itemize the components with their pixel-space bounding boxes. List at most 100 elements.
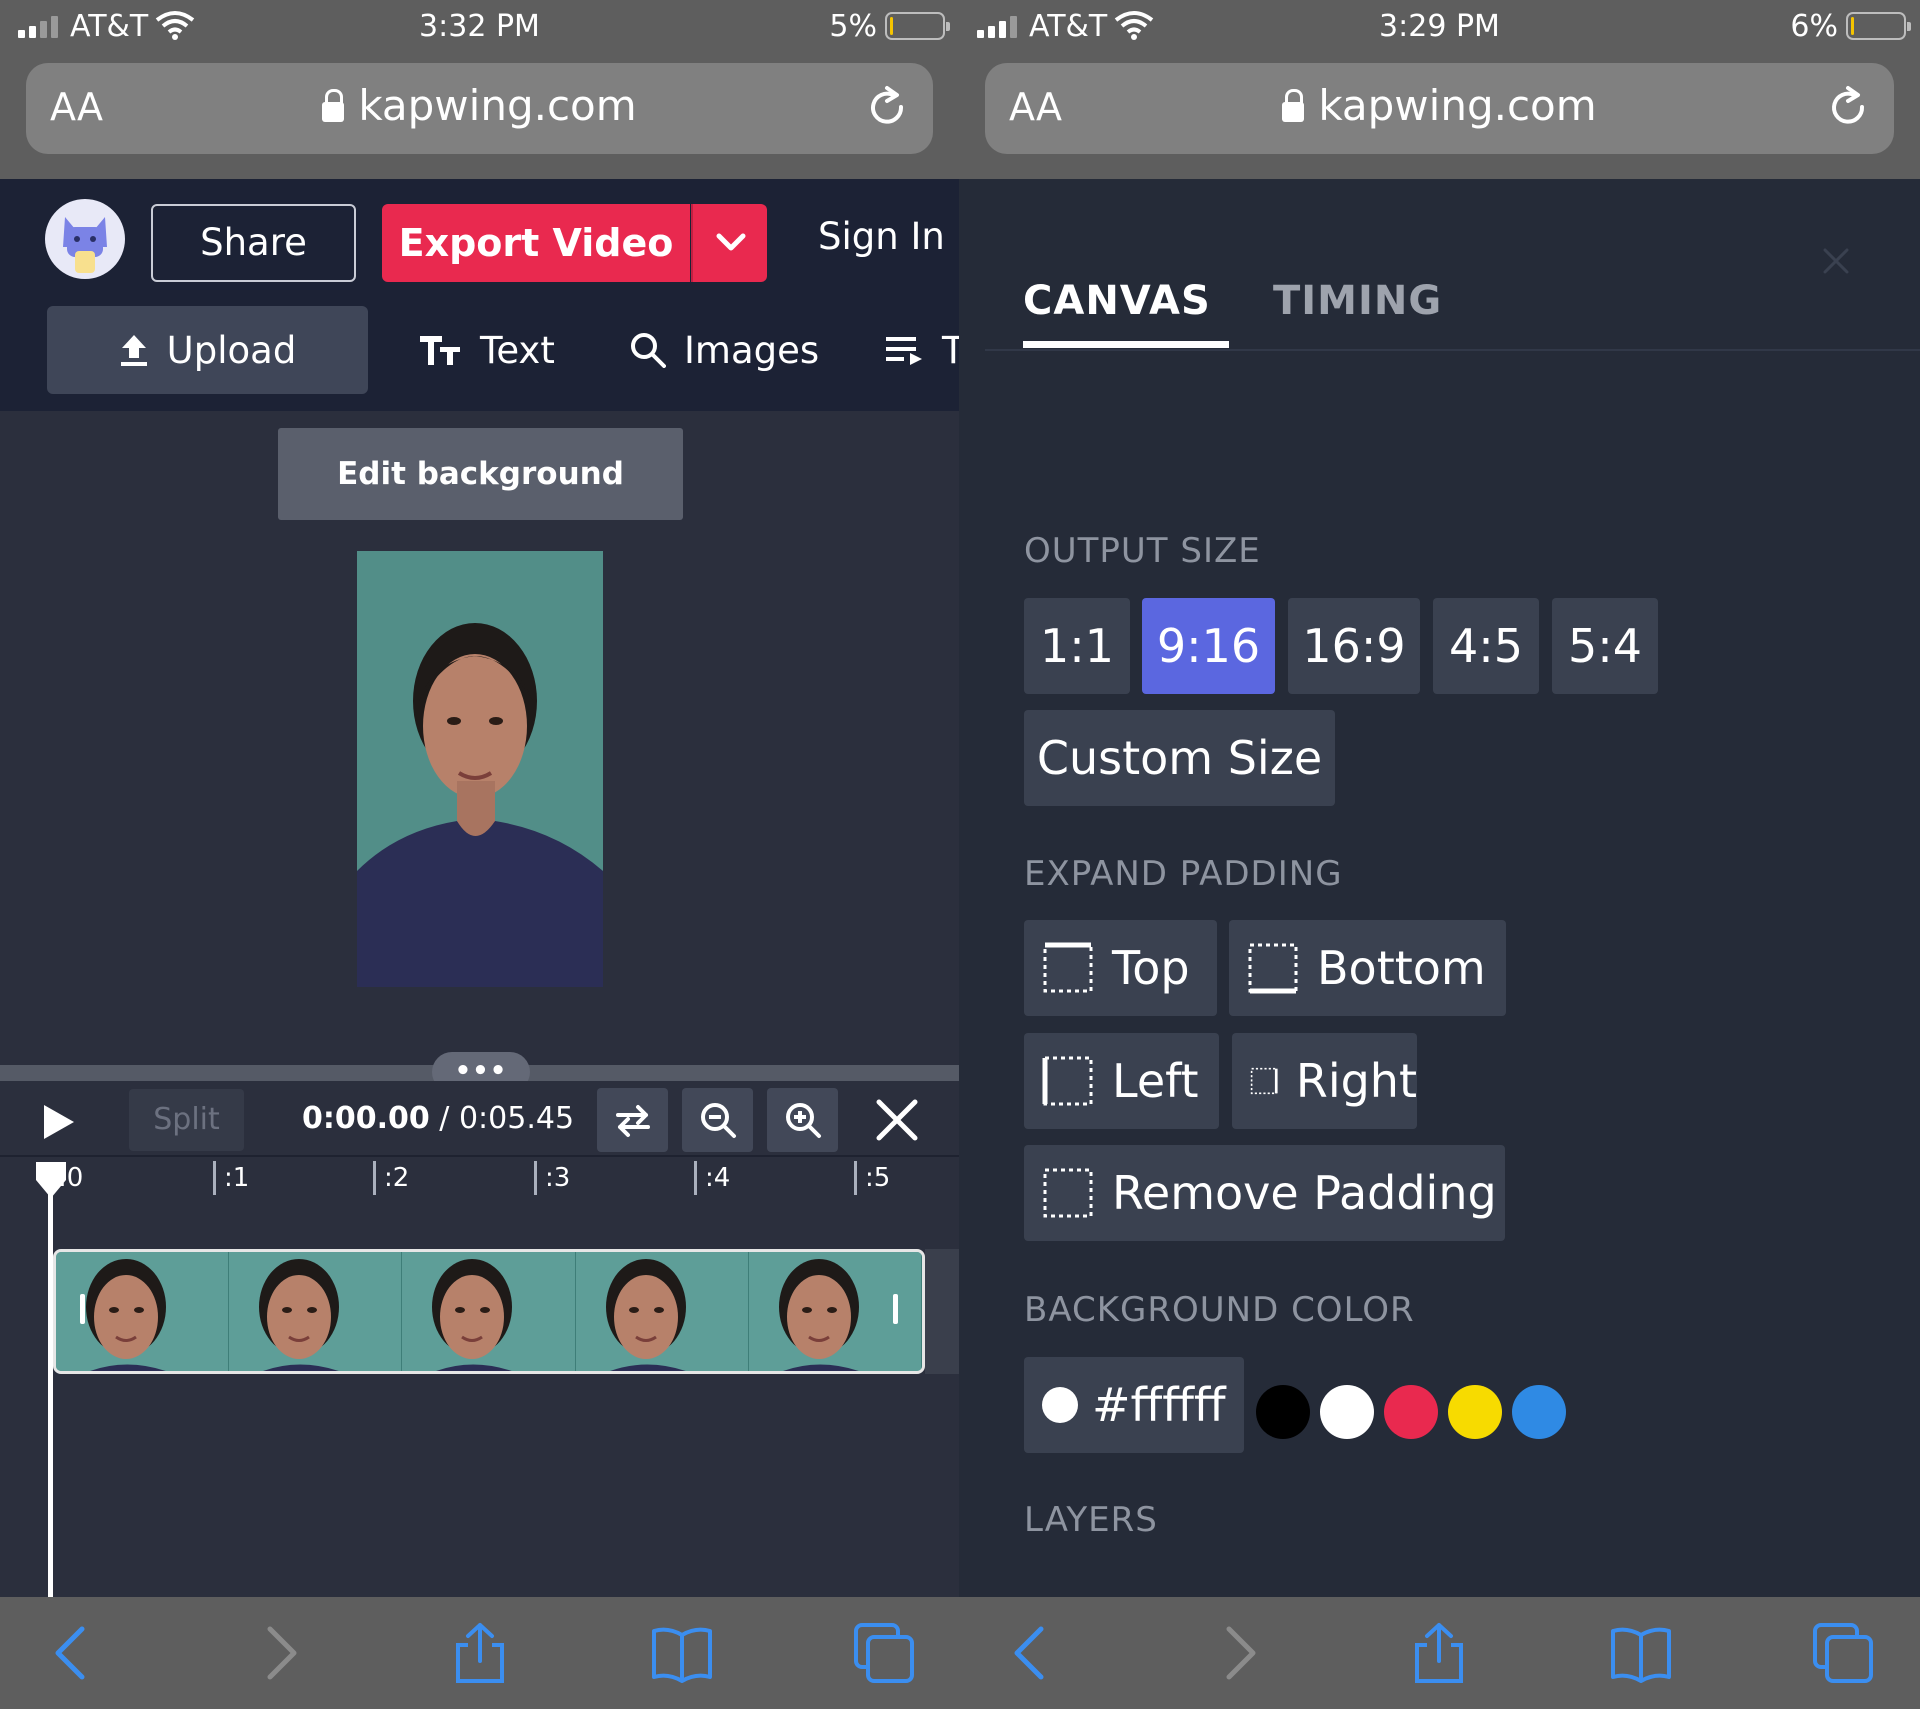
swap-button[interactable] [597, 1088, 668, 1152]
tick-2: :2 [373, 1161, 409, 1195]
zoom-in-button[interactable] [767, 1088, 838, 1152]
playhead-knob-icon[interactable] [34, 1160, 68, 1200]
address-bar[interactable]: AA kapwing.com [985, 63, 1894, 154]
size-option-1-1[interactable]: 1:1 [1024, 598, 1130, 694]
sign-in-link[interactable]: Sign In [818, 215, 945, 258]
swatch-red[interactable] [1384, 1385, 1438, 1439]
pad-right-label: Right [1295, 1054, 1417, 1108]
upload-label: Upload [166, 328, 297, 372]
split-button[interactable]: Split [129, 1089, 244, 1151]
upload-button[interactable]: Upload [47, 306, 368, 394]
edit-background-button[interactable]: Edit background [278, 428, 683, 520]
time-separator: / [429, 1101, 459, 1136]
pad-bottom-button[interactable]: Bottom [1229, 920, 1506, 1016]
share-button[interactable]: Share [151, 204, 356, 282]
back-icon[interactable] [42, 1621, 106, 1685]
swatch-black[interactable] [1256, 1385, 1310, 1439]
timeline-controls: Split 0:00.00 / 0:05.45 [0, 1081, 959, 1157]
pad-top-label: Top [1112, 941, 1190, 995]
clip-frame-thumbnail [229, 1252, 403, 1371]
pad-right-button[interactable]: Right [1232, 1033, 1417, 1129]
tick-3: :3 [534, 1161, 570, 1195]
expand-padding-heading: EXPAND PADDING [1024, 854, 1343, 894]
pad-left-button[interactable]: Left [1024, 1033, 1219, 1129]
play-icon[interactable] [44, 1105, 74, 1139]
zoom-in-icon [786, 1103, 821, 1138]
url-host[interactable]: kapwing.com [26, 81, 933, 130]
status-bar: AT&T 3:29 PM 6% [959, 0, 1920, 55]
tick-4: :4 [694, 1161, 730, 1195]
clip-track-remainder [925, 1249, 959, 1374]
lock-icon [322, 89, 345, 122]
swatch-blue[interactable] [1512, 1385, 1566, 1439]
tabs-divider [985, 349, 1920, 351]
close-timeline-icon[interactable] [874, 1097, 920, 1143]
bookmarks-icon[interactable] [1609, 1621, 1673, 1685]
remove-padding-icon [1043, 1168, 1093, 1218]
images-tool-button[interactable]: Images [630, 306, 819, 394]
custom-size-button[interactable]: Custom Size [1024, 710, 1335, 806]
more-tools-button[interactable]: T [886, 306, 959, 394]
size-option-5-4[interactable]: 5:4 [1552, 598, 1658, 694]
background-color-heading: BACKGROUND COLOR [1024, 1290, 1415, 1330]
size-option-16-9[interactable]: 16:9 [1288, 598, 1420, 694]
battery-percent: 5% [829, 9, 877, 44]
export-dropdown-button[interactable] [691, 204, 767, 282]
timeline-track-area[interactable]: :0 :1 :2 :3 :4 :5 [0, 1157, 959, 1597]
forward-icon[interactable] [1205, 1621, 1269, 1685]
clip-start-grip[interactable] [80, 1294, 85, 1324]
url-host[interactable]: kapwing.com [985, 81, 1894, 130]
text-tool-button[interactable]: Text [418, 306, 555, 394]
tabs-icon[interactable] [1811, 1621, 1875, 1685]
size-option-9-16[interactable]: 9:16 [1142, 598, 1275, 694]
search-icon [631, 333, 666, 368]
tab-timing[interactable]: TIMING [1273, 278, 1442, 324]
video-clip[interactable] [53, 1249, 925, 1374]
pad-top-button[interactable]: Top [1024, 920, 1217, 1016]
share-icon[interactable] [448, 1621, 512, 1685]
active-tab-indicator [1023, 341, 1229, 348]
text-icon [420, 336, 460, 365]
export-video-button[interactable]: Export Video [382, 204, 690, 282]
zoom-out-button[interactable] [682, 1088, 753, 1152]
background-color-picker[interactable]: #ffffff [1024, 1357, 1244, 1453]
close-panel-icon[interactable] [1819, 244, 1853, 278]
lock-icon [1282, 89, 1305, 122]
reload-icon[interactable] [1826, 85, 1872, 131]
pad-bottom-label: Bottom [1317, 941, 1486, 995]
chevron-down-icon [716, 233, 746, 251]
clock: 3:29 PM [1379, 9, 1500, 44]
clip-frame-thumbnail [402, 1252, 576, 1371]
bookmarks-icon[interactable] [650, 1621, 714, 1685]
pad-bottom-icon [1248, 943, 1298, 994]
user-avatar[interactable] [45, 199, 125, 279]
current-time: 0:00.00 [302, 1101, 430, 1136]
video-preview[interactable] [357, 551, 603, 987]
battery-percent: 6% [1790, 9, 1838, 44]
share-icon[interactable] [1407, 1621, 1471, 1685]
size-option-4-5[interactable]: 4:5 [1433, 598, 1539, 694]
text-tool-label: Text [480, 328, 555, 372]
swap-arrows-icon [616, 1105, 650, 1137]
forward-icon[interactable] [246, 1621, 310, 1685]
remove-padding-label: Remove Padding [1112, 1166, 1497, 1220]
canvas-stage: Edit background [0, 411, 959, 1065]
battery-icon [885, 12, 950, 40]
swatch-white[interactable] [1320, 1385, 1374, 1439]
remove-padding-button[interactable]: Remove Padding [1024, 1145, 1505, 1241]
app-header: Share Export Video Sign In Upload Text I… [0, 179, 959, 411]
clock: 3:32 PM [419, 9, 540, 44]
tab-canvas[interactable]: CANVAS [1023, 278, 1233, 324]
reload-icon[interactable] [865, 85, 911, 131]
pad-left-icon [1042, 1056, 1093, 1106]
safari-address-zone: AA kapwing.com [0, 55, 959, 179]
address-bar[interactable]: AA kapwing.com [26, 63, 933, 154]
clip-end-grip[interactable] [893, 1294, 898, 1324]
playhead[interactable] [48, 1163, 53, 1597]
tick-1: :1 [213, 1161, 249, 1195]
swatch-yellow[interactable] [1448, 1385, 1502, 1439]
person-video-frame [357, 551, 603, 987]
back-icon[interactable] [1001, 1621, 1065, 1685]
tabs-icon[interactable] [852, 1621, 916, 1685]
list-icon [886, 337, 922, 365]
